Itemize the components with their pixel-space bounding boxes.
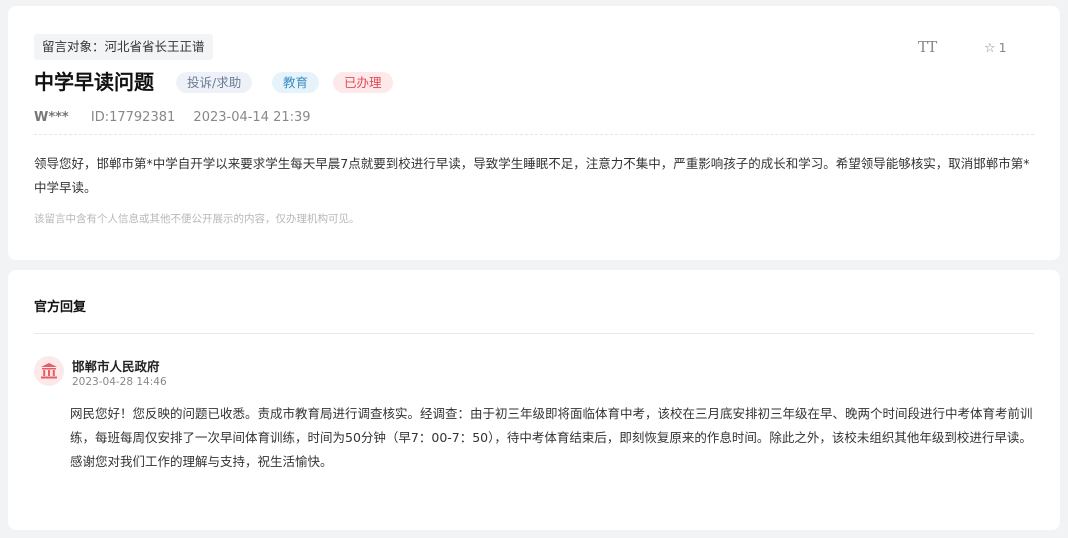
font-size-button[interactable]: TT — [918, 38, 937, 56]
reply-datetime: 2023-04-28 14:46 — [72, 376, 167, 388]
government-building-icon — [41, 363, 57, 379]
status-badge: 已办理 — [333, 72, 393, 93]
message-datetime: 2023-04-14 21:39 — [193, 110, 311, 125]
reply-org-name: 邯郸市人民政府 — [72, 359, 160, 374]
page-title: 中学早读问题 — [34, 70, 154, 94]
font-size-icon: TT — [918, 38, 937, 56]
privacy-note: 该留言中含有个人信息或其他不便公开展示的内容，仅办理机构可见。 — [34, 213, 360, 225]
tag-category: 教育 — [272, 72, 320, 93]
avatar — [34, 356, 64, 386]
message-target-label: 留言对象：河北省省长王正谱 — [34, 34, 213, 60]
tag-type: 投诉/求助 — [176, 72, 253, 93]
author-name: W*** — [34, 110, 69, 125]
reply-heading: 官方回复 — [34, 300, 87, 315]
divider — [34, 333, 1034, 334]
star-icon: ☆ — [984, 41, 996, 56]
message-content: 领导您好，邯郸市第*中学自开学以来要求学生每天早晨7点就要到校进行早读，导致学生… — [34, 156, 1030, 195]
divider — [34, 134, 1034, 135]
message-meta: W*** ID:17792381 2023-04-14 21:39 — [34, 110, 311, 125]
favorite-button[interactable]: ☆ 1 — [984, 40, 1007, 56]
reply-content: 网民您好！您反映的问题已收悉。责成市教育局进行调查核实。经调查：由于初三年级即将… — [70, 406, 1033, 469]
message-id: ID:17792381 — [90, 110, 176, 125]
message-card: 留言对象：河北省省长王正谱 中学早读问题 投诉/求助 教育 已办理 TT ☆ 1 … — [8, 6, 1060, 260]
favorite-count: 1 — [998, 40, 1007, 55]
official-reply-card: 官方回复 邯郸市人民政府 2023-04-28 14:46 网民您好！您反映的问… — [8, 270, 1060, 530]
